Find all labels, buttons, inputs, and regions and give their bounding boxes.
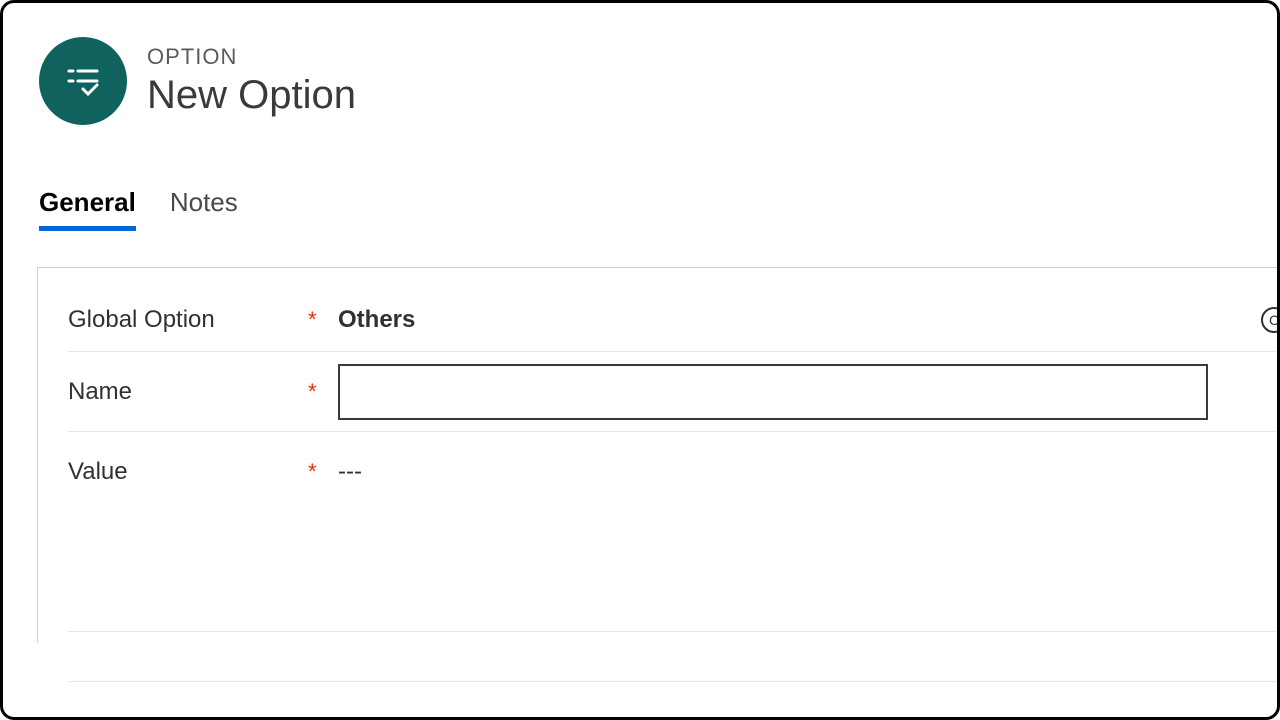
global-option-value[interactable]: Others (338, 306, 415, 334)
page-title: New Option (147, 72, 356, 118)
row-name: Name * (68, 352, 1280, 432)
option-list-icon (39, 37, 127, 125)
form-header: OPTION New Option (3, 3, 1277, 125)
panel-spacer (68, 512, 1280, 632)
general-panel: Global Option * Others C Name * Value * … (37, 267, 1280, 643)
required-marker: * (308, 307, 338, 333)
panel-footer-line (68, 632, 1280, 682)
value-label: Value (68, 458, 308, 486)
tab-notes[interactable]: Notes (170, 187, 238, 231)
value-field[interactable]: --- (338, 458, 362, 486)
name-label: Name (68, 378, 308, 406)
required-marker: * (308, 379, 338, 405)
required-marker: * (308, 459, 338, 485)
global-option-label: Global Option (68, 306, 308, 334)
clear-icon[interactable]: C (1261, 307, 1280, 333)
row-global-option: Global Option * Others C (68, 288, 1280, 352)
name-input[interactable] (338, 364, 1208, 420)
row-value: Value * --- (68, 432, 1280, 512)
header-kicker: OPTION (147, 44, 356, 70)
tab-general[interactable]: General (39, 187, 136, 231)
tab-bar: General Notes (3, 125, 1277, 231)
form-window: OPTION New Option General Notes Global O… (0, 0, 1280, 720)
